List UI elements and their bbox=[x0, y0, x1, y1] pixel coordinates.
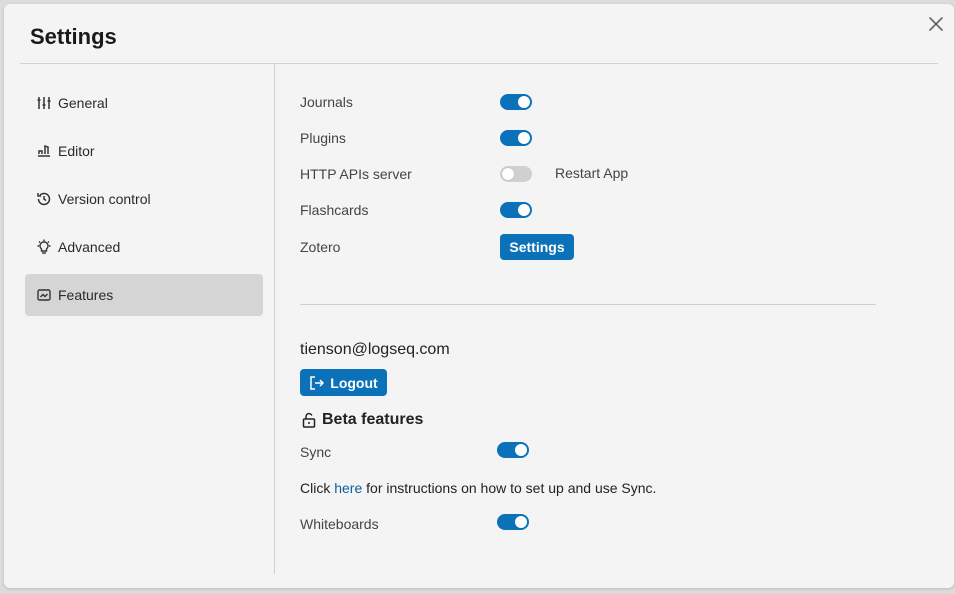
sidebar-item-editor[interactable]: Editor bbox=[25, 130, 263, 172]
toggle-knob bbox=[502, 168, 514, 180]
flashcards-label: Flashcards bbox=[300, 202, 369, 218]
journals-toggle[interactable] bbox=[500, 94, 532, 110]
sync-toggle[interactable] bbox=[497, 442, 529, 458]
sidebar-item-label: Editor bbox=[58, 143, 95, 159]
sync-label: Sync bbox=[300, 444, 332, 460]
whiteboards-toggle[interactable] bbox=[497, 514, 529, 530]
logout-icon bbox=[309, 375, 325, 390]
editor-icon bbox=[36, 143, 52, 159]
sidebar-item-general[interactable]: General bbox=[25, 82, 263, 124]
history-icon bbox=[36, 191, 52, 207]
features-icon bbox=[36, 287, 52, 303]
toggle-knob bbox=[518, 132, 530, 144]
sidebar-item-features[interactable]: Features bbox=[25, 274, 263, 316]
sidebar-item-label: Version control bbox=[58, 191, 151, 207]
sidebar-item-version-control[interactable]: Version control bbox=[25, 178, 263, 220]
beta-heading-label: Beta features bbox=[322, 411, 424, 428]
whiteboards-label: Whiteboards bbox=[300, 516, 379, 532]
sync-instructions-link[interactable]: here bbox=[334, 480, 362, 496]
header-divider bbox=[20, 63, 938, 64]
sidebar-item-label: Features bbox=[58, 287, 114, 303]
sliders-icon bbox=[36, 95, 52, 111]
zotero-label: Zotero bbox=[300, 239, 341, 255]
sidebar-item-label: General bbox=[58, 95, 108, 111]
toggle-knob bbox=[518, 96, 530, 108]
http-api-toggle[interactable] bbox=[500, 166, 532, 182]
beta-heading: Beta features bbox=[302, 411, 423, 429]
zotero-settings-button[interactable]: Settings bbox=[500, 234, 574, 260]
toggle-knob bbox=[518, 204, 530, 216]
dialog-title: Settings bbox=[30, 24, 117, 49]
logout-label: Logout bbox=[330, 374, 378, 391]
logout-button[interactable]: Logout bbox=[300, 369, 387, 396]
sidebar-divider bbox=[274, 64, 275, 574]
flashcards-toggle[interactable] bbox=[500, 202, 532, 218]
sidebar-item-advanced[interactable]: Advanced bbox=[25, 226, 263, 268]
sidebar-item-label: Advanced bbox=[58, 239, 121, 255]
journals-label: Journals bbox=[300, 94, 353, 110]
sync-instructions: Click here for instructions on how to se… bbox=[300, 480, 656, 496]
close-icon[interactable] bbox=[926, 14, 946, 34]
section-divider bbox=[300, 304, 876, 305]
plugins-label: Plugins bbox=[300, 130, 346, 146]
plugins-toggle[interactable] bbox=[500, 130, 532, 146]
account-email: tienson@logseq.com bbox=[300, 341, 450, 358]
bulb-icon bbox=[36, 239, 52, 255]
toggle-knob bbox=[515, 444, 527, 456]
http-api-label: HTTP APIs server bbox=[300, 166, 412, 182]
sync-desc-prefix: Click bbox=[300, 480, 335, 496]
settings-dialog: Settings General Editor Version control bbox=[4, 4, 954, 588]
restart-app-link[interactable]: Restart App bbox=[555, 165, 628, 181]
sync-desc-suffix: for instructions on how to set up and us… bbox=[362, 480, 657, 496]
toggle-knob bbox=[515, 516, 527, 528]
unlock-icon bbox=[302, 412, 316, 428]
